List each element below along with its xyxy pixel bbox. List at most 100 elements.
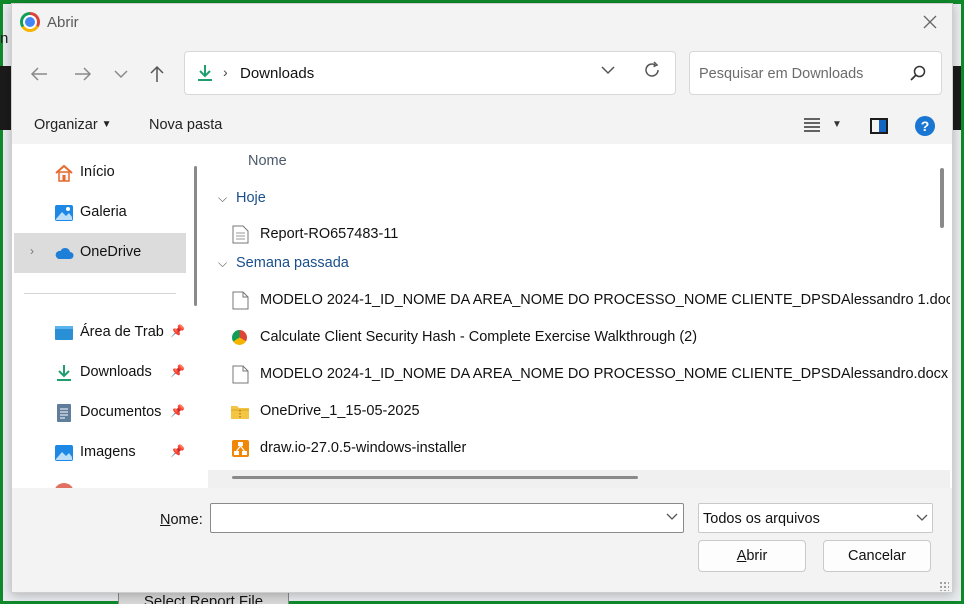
background-text-fragment: n [0, 30, 9, 47]
organize-label: Organizar [34, 117, 98, 133]
text-file-icon [232, 225, 249, 244]
file-name: MODELO 2024-1_ID_NOME DA AREA_NOME DO PR… [260, 366, 949, 382]
navigation-bar: › Downloads Pesquisar em Downloads [12, 40, 952, 106]
file-name: MODELO 2024-1_ID_NOME DA AREA_NOME DO PR… [260, 292, 950, 308]
filename-dropdown-button[interactable] [666, 510, 678, 524]
navigation-pane: Início Galeria › OneDrive Área de Trab 📌… [12, 144, 198, 488]
back-button[interactable] [24, 60, 54, 88]
refresh-button[interactable] [643, 61, 661, 85]
browser-area: Início Galeria › OneDrive Área de Trab 📌… [12, 144, 952, 488]
home-icon [55, 164, 73, 182]
expand-chevron-icon[interactable]: › [30, 244, 34, 258]
sidebar-item-inicio[interactable]: Início [14, 153, 186, 193]
address-dropdown-button[interactable] [601, 62, 615, 80]
sidebar-scrollbar[interactable] [194, 166, 197, 306]
column-header-name[interactable]: Nome [248, 153, 287, 169]
group-label: Semana passada [236, 255, 349, 271]
chevron-down-icon: ⌵ [218, 256, 228, 270]
download-icon [198, 65, 212, 81]
installer-icon [232, 440, 249, 457]
chevron-down-icon [666, 513, 678, 520]
preview-pane-icon[interactable] [870, 118, 888, 134]
filetype-selected-value: Todos os arquivos [703, 511, 820, 527]
close-icon [923, 15, 937, 29]
sidebar-item-label: Área de Trab [80, 324, 164, 340]
open-file-dialog: Abrir › Downloads Pesquisar em Downloads… [11, 3, 953, 593]
filename-input[interactable] [210, 503, 684, 533]
recent-locations-button[interactable] [106, 60, 136, 88]
help-icon[interactable]: ? [915, 116, 935, 136]
breadcrumb-chevron: › [223, 64, 228, 80]
chevron-down-icon: ⌵ [218, 191, 228, 205]
horizontal-scrollbar[interactable] [208, 470, 950, 488]
chevron-down-icon [601, 66, 615, 75]
chrome-icon [20, 12, 40, 32]
new-folder-button[interactable]: Nova pasta [149, 117, 222, 133]
group-header-semana-passada[interactable]: ⌵ Semana passada [218, 255, 349, 271]
search-icon [910, 65, 926, 81]
sidebar-item-label: Documentos [80, 404, 162, 420]
caret-down-icon: ▼ [101, 119, 112, 130]
vertical-scrollbar[interactable] [940, 168, 944, 228]
horizontal-scrollbar-thumb[interactable] [232, 476, 638, 479]
search-input[interactable]: Pesquisar em Downloads [699, 66, 863, 82]
gallery-icon [55, 205, 73, 221]
sidebar-item-label: Galeria [80, 204, 127, 220]
group-label: Hoje [236, 190, 266, 206]
sidebar-item-downloads[interactable]: Downloads 📌 [14, 353, 186, 393]
filename-label: Nome: [160, 512, 203, 528]
sidebar-divider [24, 293, 176, 294]
open-button[interactable]: Abrir [698, 540, 806, 572]
file-name: Calculate Client Security Hash - Complet… [260, 329, 698, 345]
arrow-up-icon [150, 65, 164, 82]
address-bar[interactable]: › Downloads [184, 51, 676, 95]
breadcrumb-downloads[interactable]: Downloads [240, 65, 314, 82]
view-options-caret-icon[interactable]: ▼ [832, 119, 842, 130]
pin-icon: 📌 [170, 404, 185, 418]
chrome-html-icon [232, 330, 247, 345]
sidebar-item-area-de-trabalho[interactable]: Área de Trab 📌 [14, 313, 186, 353]
open-accesskey: A [736, 548, 747, 564]
title-bar: Abrir [12, 4, 952, 40]
file-name: draw.io-27.0.5-windows-installer [260, 440, 467, 456]
sidebar-item-label: Downloads [80, 364, 152, 380]
search-box[interactable]: Pesquisar em Downloads [689, 51, 942, 95]
up-button[interactable] [142, 60, 172, 88]
resize-grip[interactable] [939, 581, 949, 591]
arrow-left-icon [30, 67, 47, 81]
pin-icon: 📌 [170, 324, 185, 338]
sidebar-item-label: Imagens [80, 444, 136, 460]
filetype-select[interactable]: Todos os arquivos [698, 503, 933, 533]
sidebar-item-onedrive[interactable]: › OneDrive [14, 233, 186, 273]
forward-button[interactable] [68, 60, 98, 88]
pin-icon: 📌 [170, 444, 185, 458]
sidebar-item-documentos[interactable]: Documentos 📌 [14, 393, 186, 433]
refresh-icon [645, 61, 659, 77]
sidebar-item-partial [14, 473, 186, 488]
zip-folder-icon [231, 406, 249, 419]
sidebar-item-label: Início [80, 164, 115, 180]
group-header-hoje[interactable]: ⌵ Hoje [218, 190, 266, 206]
dialog-footer: Nome: Todos os arquivos Abrir Cancelar [12, 488, 952, 594]
sidebar-item-label: OneDrive [80, 244, 142, 260]
pictures-icon [55, 445, 73, 461]
cancel-button[interactable]: Cancelar [823, 540, 931, 572]
dialog-title: Abrir [47, 14, 79, 31]
filename-label-accesskey: N [160, 512, 171, 528]
chevron-down-icon [916, 511, 928, 525]
close-button[interactable] [908, 4, 952, 40]
download-icon [57, 365, 71, 381]
sidebar-item-imagens[interactable]: Imagens 📌 [14, 433, 186, 473]
pin-icon: 📌 [170, 364, 185, 378]
organize-button[interactable]: Organizar ▼ [34, 117, 112, 133]
file-name: OneDrive_1_15-05-2025 [260, 403, 420, 419]
document-file-icon [232, 291, 249, 310]
cloud-icon [55, 247, 74, 259]
documents-icon [57, 404, 71, 422]
document-file-icon [232, 365, 249, 384]
file-name: Report-RO657483-11 [260, 226, 399, 242]
desktop-icon [55, 326, 73, 340]
background-dark-band-right [952, 66, 961, 130]
list-view-icon[interactable] [804, 118, 820, 132]
sidebar-item-galeria[interactable]: Galeria [14, 193, 186, 233]
